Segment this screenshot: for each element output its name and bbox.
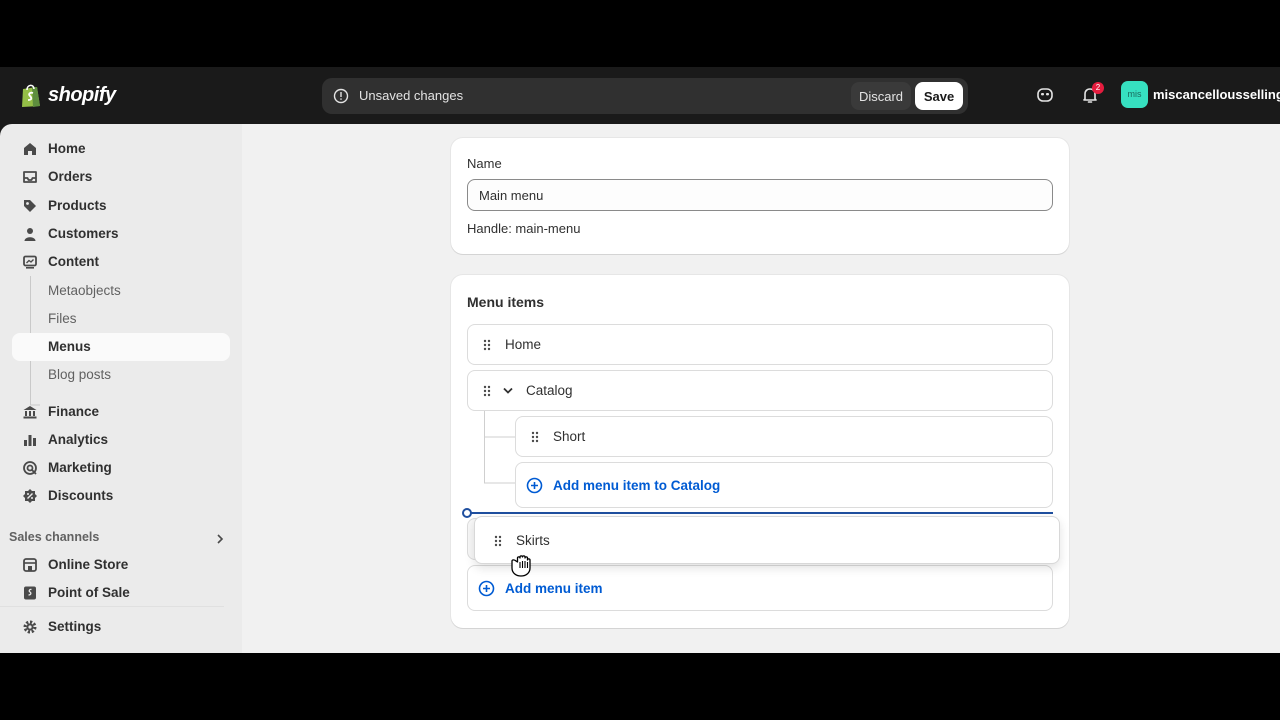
drag-handle-icon[interactable] bbox=[529, 430, 541, 444]
sidekick-icon[interactable] bbox=[1035, 85, 1055, 105]
sidebar-item-online-store[interactable]: Online Store bbox=[12, 551, 230, 579]
store-name[interactable]: miscancellousselling bbox=[1153, 87, 1280, 102]
sidebar-item-label: Orders bbox=[48, 169, 93, 184]
sidebar-item-orders[interactable]: Orders bbox=[12, 163, 230, 191]
grab-hand-cursor-icon bbox=[511, 555, 531, 577]
top-bar: shopify Unsaved changes Discard Save 2 m… bbox=[0, 67, 1280, 124]
sidebar-item-label: Products bbox=[48, 198, 107, 213]
menu-item-short[interactable]: Short bbox=[515, 416, 1053, 457]
sidebar-item-products[interactable]: Products bbox=[12, 192, 230, 220]
menu-items-card: Menu items Home Catalog Short Add menu i… bbox=[451, 275, 1069, 628]
sidebar-item-discounts[interactable]: Discounts bbox=[12, 482, 230, 510]
sidebar-item-point-of-sale[interactable]: Point of Sale bbox=[12, 579, 230, 607]
sidebar-subitem-label: Blog posts bbox=[48, 367, 112, 382]
menu-items-title: Menu items bbox=[467, 294, 545, 310]
plus-circle-icon bbox=[478, 580, 495, 597]
bar-chart-icon bbox=[24, 435, 36, 446]
bank-icon bbox=[23, 406, 37, 419]
sidebar-item-label: Customers bbox=[48, 226, 119, 241]
chevron-down-icon[interactable] bbox=[502, 386, 514, 396]
drag-handle-icon[interactable] bbox=[481, 384, 493, 398]
sidebar-item-analytics[interactable]: Analytics bbox=[12, 426, 230, 454]
sidebar-subitem-label: Menus bbox=[48, 339, 91, 354]
sidebar-divider bbox=[0, 606, 224, 607]
alert-circle-icon bbox=[333, 88, 349, 104]
name-card: Name Handle: main-menu bbox=[451, 138, 1069, 254]
menu-item-label: Short bbox=[553, 429, 586, 444]
home-icon bbox=[24, 143, 36, 155]
shopify-admin: shopify Unsaved changes Discard Save 2 m… bbox=[0, 67, 1280, 653]
menu-item-home[interactable]: Home bbox=[467, 324, 1053, 365]
store-icon bbox=[23, 558, 37, 572]
sidebar-item-customers[interactable]: Customers bbox=[12, 220, 230, 248]
dragged-menu-item-skirts[interactable]: Skirts bbox=[474, 516, 1060, 564]
sidebar-item-marketing[interactable]: Marketing bbox=[12, 454, 230, 482]
sidebar-item-label: Marketing bbox=[48, 460, 112, 475]
discount-icon bbox=[23, 489, 37, 503]
pos-icon bbox=[24, 586, 36, 600]
unsaved-changes-text: Unsaved changes bbox=[359, 88, 464, 103]
add-menu-item-to-catalog-label: Add menu item to Catalog bbox=[553, 478, 721, 493]
drop-indicator-line bbox=[469, 512, 1053, 514]
add-menu-item-button[interactable]: Add menu item bbox=[467, 565, 1053, 611]
target-icon bbox=[23, 461, 37, 475]
avatar[interactable]: mis bbox=[1121, 81, 1148, 108]
sidebar-item-label: Content bbox=[48, 254, 99, 269]
name-label: Name bbox=[467, 156, 502, 171]
sidebar-item-label: Finance bbox=[48, 404, 100, 419]
menu-item-label: Catalog bbox=[526, 383, 573, 398]
tag-icon bbox=[24, 200, 36, 212]
sidebar-item-home[interactable]: Home bbox=[12, 135, 230, 163]
sidebar-item-label: Settings bbox=[48, 619, 102, 634]
unsaved-changes-bar: Unsaved changes Discard Save bbox=[322, 78, 968, 114]
nested-tree-lines bbox=[484, 411, 516, 484]
sidebar-subitem-label: Files bbox=[48, 311, 77, 326]
main-content: Name Handle: main-menu Menu items Home C… bbox=[242, 124, 1280, 653]
drop-indicator-dot bbox=[462, 508, 472, 518]
discard-button[interactable]: Discard bbox=[851, 82, 911, 110]
sidebar-item-label: Point of Sale bbox=[48, 585, 130, 600]
sidebar-subitem-metaobjects[interactable]: Metaobjects bbox=[12, 277, 230, 305]
handle-text: Handle: main-menu bbox=[467, 221, 581, 236]
menu-item-label: Skirts bbox=[516, 533, 550, 548]
sidebar-subitem-files[interactable]: Files bbox=[12, 305, 230, 333]
sidebar-item-label: Home bbox=[48, 141, 86, 156]
sidebar-subitem-label: Metaobjects bbox=[48, 283, 121, 298]
shopify-logo[interactable]: shopify bbox=[20, 82, 116, 108]
sidebar-item-label: Analytics bbox=[48, 432, 109, 447]
drag-handle-icon[interactable] bbox=[481, 338, 493, 352]
sales-channels-heading: Sales channels bbox=[9, 530, 100, 544]
add-menu-item-to-catalog-button[interactable]: Add menu item to Catalog bbox=[515, 462, 1053, 508]
drag-handle-icon[interactable] bbox=[492, 534, 504, 548]
add-menu-item-label: Add menu item bbox=[505, 581, 603, 596]
person-icon bbox=[24, 228, 36, 241]
chevron-right-icon[interactable] bbox=[214, 533, 226, 545]
sidebar-item-label: Online Store bbox=[48, 557, 129, 572]
plus-circle-icon bbox=[526, 477, 543, 494]
sidebar: Home Orders Products Customers Content M… bbox=[0, 124, 242, 653]
sidebar-item-settings[interactable]: Settings bbox=[12, 613, 230, 641]
gear-icon bbox=[23, 620, 37, 634]
content-icon bbox=[23, 255, 37, 269]
brand-name: shopify bbox=[48, 83, 116, 106]
screen: shopify Unsaved changes Discard Save 2 m… bbox=[0, 0, 1280, 720]
sidebar-subitem-blog-posts[interactable]: Blog posts bbox=[12, 361, 230, 389]
notification-badge: 2 bbox=[1092, 82, 1104, 94]
sidebar-item-content[interactable]: Content bbox=[12, 248, 230, 276]
save-button[interactable]: Save bbox=[915, 82, 963, 110]
sidebar-subitem-menus[interactable]: Menus bbox=[12, 333, 230, 361]
name-input[interactable] bbox=[467, 179, 1053, 211]
shopify-bag-icon bbox=[22, 84, 40, 107]
inbox-icon bbox=[23, 171, 37, 183]
menu-item-catalog[interactable]: Catalog bbox=[467, 370, 1053, 411]
sidebar-item-finance[interactable]: Finance bbox=[12, 398, 230, 426]
sidebar-item-label: Discounts bbox=[48, 488, 114, 503]
menu-item-label: Home bbox=[505, 337, 542, 352]
